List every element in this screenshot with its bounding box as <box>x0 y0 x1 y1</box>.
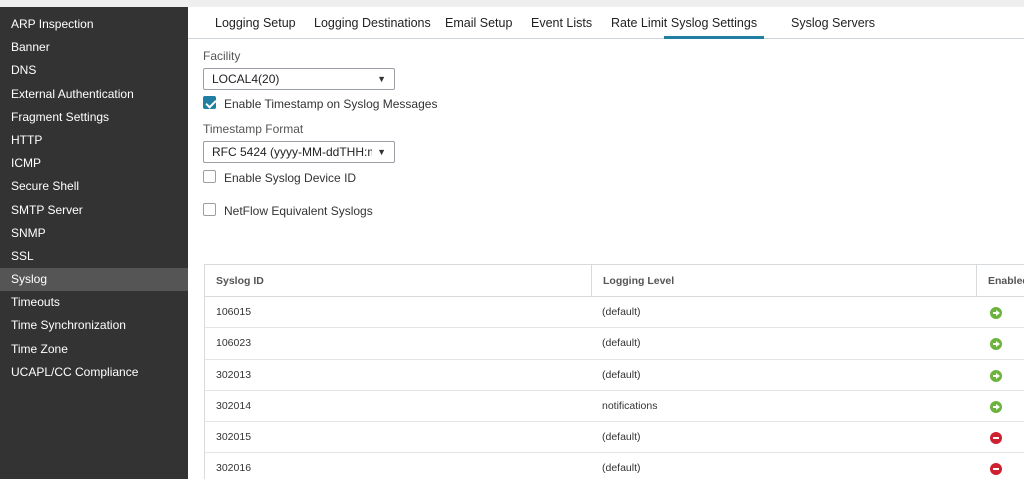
sidebar-item-banner[interactable]: Banner <box>0 36 188 59</box>
enable-device-id-label[interactable]: Enable Syslog Device ID <box>224 171 356 185</box>
tab-event-lists[interactable]: Event Lists <box>531 7 592 39</box>
enable-timestamp-label[interactable]: Enable Timestamp on Syslog Messages <box>224 97 437 111</box>
logging-level-cell: (default) <box>602 306 641 318</box>
sidebar-item-fragment-settings[interactable]: Fragment Settings <box>0 106 188 129</box>
arrow-right-circle-icon[interactable] <box>990 369 1002 382</box>
sidebar-item-arp-inspection[interactable]: ARP Inspection <box>0 13 188 36</box>
syslog-id-cell: 106015 <box>216 306 252 318</box>
arrow-right-circle-icon[interactable] <box>990 400 1002 413</box>
sidebar-list: ARP Inspection Banner DNS External Authenti… <box>0 7 188 384</box>
logging-level-cell: (default) <box>602 462 641 475</box>
facility-label: Facility <box>203 49 241 63</box>
enable-timestamp-checkbox[interactable] <box>203 96 216 109</box>
tab-logging-destinations[interactable]: Logging Destinations <box>314 7 431 39</box>
sidebar-item-time-synchronization[interactable]: Time Synchronization <box>0 314 188 337</box>
sidebar-nav: ARP Inspection Banner DNS External Authenti… <box>0 7 188 479</box>
logging-level-cell: notifications <box>602 399 658 412</box>
minus-circle-icon[interactable] <box>990 463 1002 476</box>
sidebar-item-timeouts[interactable]: Timeouts <box>0 291 188 314</box>
arrow-right-circle-icon[interactable] <box>990 338 1002 351</box>
facility-select[interactable]: LOCAL4(20) ▼ <box>203 68 395 90</box>
tab-syslog-settings[interactable]: Syslog Settings <box>664 7 764 39</box>
syslog-id-cell: 302015 <box>216 431 252 444</box>
sidebar-item-ucapl-cc-compliance[interactable]: UCAPL/CC Compliance <box>0 361 188 384</box>
column-header-syslog-id[interactable]: Syslog ID <box>205 265 591 297</box>
sidebar-item-syslog[interactable]: Syslog <box>0 268 188 292</box>
facility-select-value: LOCAL4(20) <box>212 72 280 86</box>
table-row[interactable]: 106015 (default) <box>205 297 1024 329</box>
caret-down-icon: ▼ <box>377 147 386 157</box>
arrow-right-circle-icon[interactable] <box>990 307 1002 319</box>
timestamp-format-select[interactable]: RFC 5424 (yyyy-MM-ddTHH:mm ▼ <box>203 141 395 163</box>
column-header-logging-level[interactable]: Logging Level <box>591 265 976 297</box>
sidebar-item-ssl[interactable]: SSL <box>0 245 188 268</box>
table-row[interactable]: 302016 (default) <box>205 453 1024 479</box>
top-strip <box>0 0 1024 7</box>
syslog-id-cell: 302016 <box>216 462 252 475</box>
sidebar-item-secure-shell[interactable]: Secure Shell <box>0 175 188 198</box>
table-row[interactable]: 302015 (default) <box>205 422 1024 454</box>
syslog-id-table: Syslog ID Logging Level Enabled 106015 (d… <box>204 264 1024 479</box>
tab-rate-limit[interactable]: Rate Limit <box>611 7 667 39</box>
caret-down-icon: ▼ <box>377 74 386 84</box>
column-header-enabled[interactable]: Enabled <box>976 265 1024 297</box>
syslog-id-cell: 302014 <box>216 399 252 412</box>
table-header: Syslog ID Logging Level Enabled <box>205 265 1024 297</box>
sidebar-item-time-zone[interactable]: Time Zone <box>0 338 188 361</box>
tab-syslog-servers[interactable]: Syslog Servers <box>791 7 875 39</box>
sidebar-item-external-authentication[interactable]: External Authentication <box>0 83 188 106</box>
timestamp-format-value: RFC 5424 (yyyy-MM-ddTHH:mm <box>212 145 372 159</box>
logging-level-cell: (default) <box>602 368 641 381</box>
tab-email-setup[interactable]: Email Setup <box>445 7 512 39</box>
sidebar-item-http[interactable]: HTTP <box>0 129 188 152</box>
syslog-id-cell: 302013 <box>216 368 252 381</box>
sidebar-item-snmp[interactable]: SNMP <box>0 222 188 245</box>
syslog-id-cell: 106023 <box>216 337 252 350</box>
table-row[interactable]: 302013 (default) <box>205 360 1024 391</box>
tab-logging-setup[interactable]: Logging Setup <box>215 7 296 39</box>
minus-circle-icon[interactable] <box>990 432 1002 445</box>
timestamp-format-label: Timestamp Format <box>203 122 304 136</box>
netflow-syslogs-checkbox[interactable] <box>203 203 216 216</box>
sidebar-item-dns[interactable]: DNS <box>0 59 188 82</box>
sidebar-item-icmp[interactable]: ICMP <box>0 152 188 175</box>
logging-level-cell: (default) <box>602 337 641 350</box>
tab-bar: Logging Setup Logging Destinations Email S… <box>188 7 1024 39</box>
table-row[interactable]: 106023 (default) <box>205 328 1024 360</box>
table-body: 106015 (default) 106023 (default) 302013 (def… <box>205 297 1024 479</box>
table-row[interactable]: 302014 notifications <box>205 391 1024 423</box>
sidebar-item-smtp-server[interactable]: SMTP Server <box>0 199 188 222</box>
enable-device-id-checkbox[interactable] <box>203 170 216 183</box>
logging-level-cell: (default) <box>602 431 641 444</box>
netflow-syslogs-label[interactable]: NetFlow Equivalent Syslogs <box>224 204 373 218</box>
